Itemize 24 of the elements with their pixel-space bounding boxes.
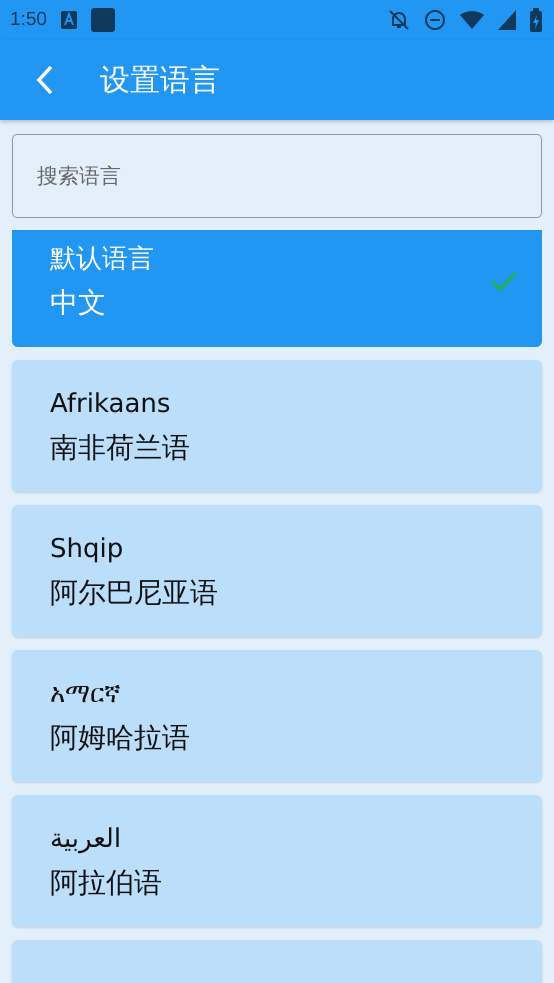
- do-not-disturb-icon: [424, 9, 446, 31]
- check-icon: [490, 270, 518, 292]
- language-native-name: Shqip: [50, 533, 124, 566]
- language-native-name: አማርኛ: [50, 678, 122, 711]
- language-name: 阿尔巴尼亚语: [50, 575, 219, 611]
- language-name: 中文: [50, 285, 107, 321]
- wifi-icon: [460, 10, 484, 30]
- keyboard-icon: [60, 11, 77, 29]
- app-icon: [90, 8, 115, 32]
- language-name: 南非荷兰语: [50, 430, 191, 466]
- language-name: 阿拉伯语: [50, 865, 163, 901]
- language-native-name: 默认语言: [50, 243, 155, 276]
- notifications-off-icon: [388, 9, 410, 31]
- language-item[interactable]: Afrikaans 南非荷兰语: [12, 360, 542, 492]
- language-name: 阿姆哈拉语: [50, 720, 191, 756]
- language-native-name: العربية: [50, 823, 122, 856]
- language-native-name: Afrikaans: [50, 388, 172, 421]
- page-title: 设置语言: [100, 62, 220, 100]
- search-field[interactable]: 搜索语言: [12, 134, 542, 218]
- language-item[interactable]: Shqip 阿尔巴尼亚语: [12, 505, 542, 637]
- status-time: 1:50: [10, 9, 47, 31]
- battery-icon: [530, 8, 542, 32]
- language-item[interactable]: አማርኛ 阿姆哈拉语: [12, 650, 542, 782]
- signal-icon: [498, 10, 516, 30]
